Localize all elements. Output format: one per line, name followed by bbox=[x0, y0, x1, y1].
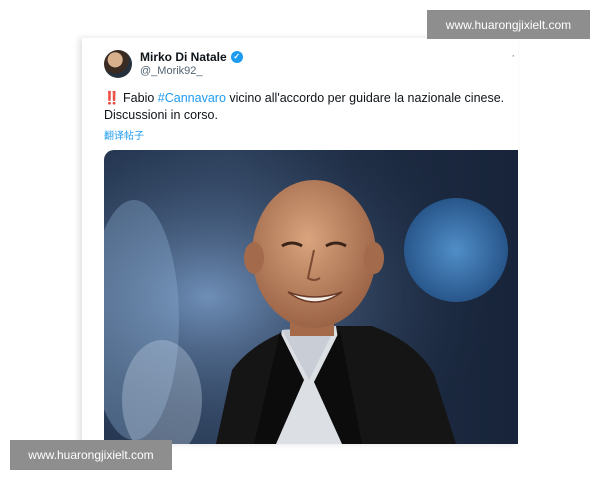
tweet-text-start: Fabio bbox=[119, 91, 158, 105]
tweet-text-end: vicino all'accordo per guidare la nazion… bbox=[225, 91, 505, 105]
display-name-row: Mirko Di Natale ✓ bbox=[140, 50, 243, 64]
tweet-text: ‼️ Fabio #Cannavaro vicino all'accordo p… bbox=[104, 90, 518, 124]
alert-emoji: ‼️ bbox=[104, 91, 120, 105]
tweet-header: Mirko Di Natale ✓ @_Morik92_ bbox=[104, 47, 243, 81]
author-display-name[interactable]: Mirko Di Natale bbox=[140, 50, 227, 64]
tweet-card: Mirko Di Natale ✓ @_Morik92_ · ‼️ Fabio … bbox=[82, 38, 518, 444]
author-avatar[interactable] bbox=[104, 50, 132, 78]
author-handle[interactable]: @_Morik92_ bbox=[140, 64, 243, 78]
more-dots-icon[interactable]: · bbox=[511, 50, 516, 62]
watermark-top: www.huarongjixielt.com bbox=[427, 10, 590, 39]
hashtag-link[interactable]: #Cannavaro bbox=[158, 91, 226, 105]
portrait-illustration bbox=[104, 150, 518, 444]
author-names: Mirko Di Natale ✓ @_Morik92_ bbox=[140, 50, 243, 78]
tweet-text-line2: Discussioni in corso. bbox=[104, 108, 218, 122]
watermark-bottom: www.huarongjixielt.com bbox=[10, 440, 172, 470]
tweet-media-photo[interactable] bbox=[104, 150, 518, 444]
translate-post-link[interactable]: 翻译帖子 bbox=[104, 127, 144, 142]
verified-badge-icon: ✓ bbox=[230, 51, 243, 63]
